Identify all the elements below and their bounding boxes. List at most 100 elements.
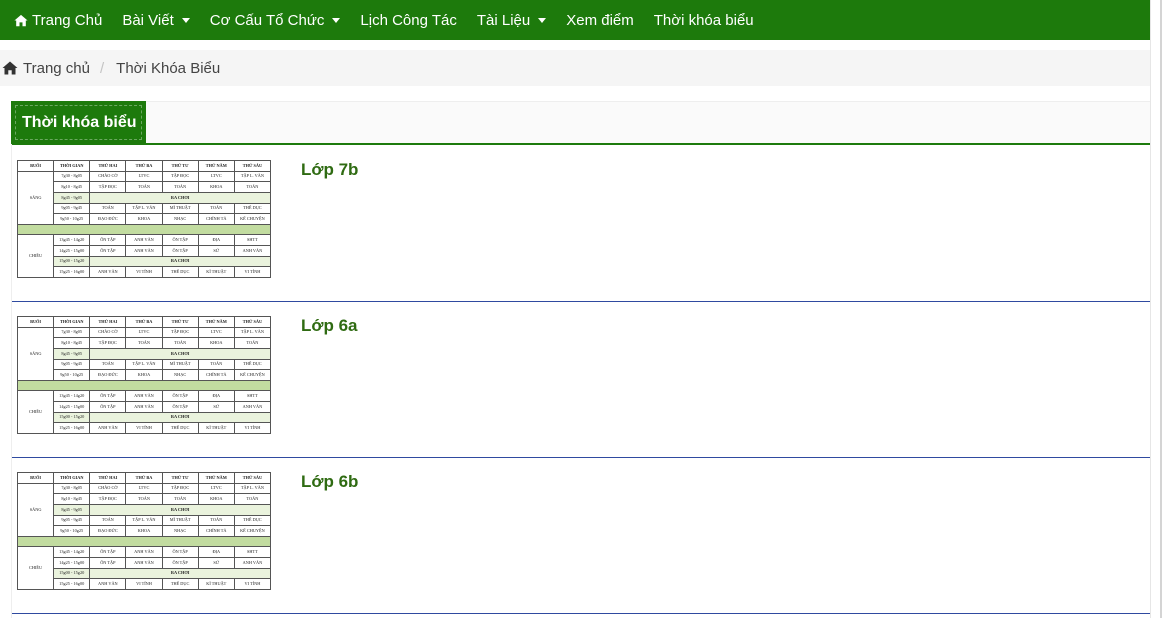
timetable-cell: TẬP ĐỌC: [89, 337, 127, 350]
timetable-cell: CHÀO CỜ: [89, 326, 127, 339]
timetable-cell: VI TÍNH: [125, 266, 163, 278]
class-thumbnail-link[interactable]: BUỔI THỜI GIAN THỨ HAI THỨ BA THỨ TƯ THỨ NĂM T…: [16, 160, 272, 278]
timetable-cell: THỨ SÁU: [233, 316, 272, 328]
breadcrumb-current: Thời Khóa Biểu: [116, 59, 221, 77]
nav-item-3[interactable]: Lịch Công Tác: [350, 0, 466, 40]
timetable-cell: ÔN TẬP: [89, 234, 127, 246]
timetable-cell: TẬP L. VĂN: [233, 170, 272, 183]
timetable-cell: 9g50 - 10g25: [53, 525, 91, 538]
timetable-cell: THỂ DỤC: [233, 514, 272, 527]
timetable-cell: MĨ THUẬT: [161, 514, 199, 527]
timetable-cell: ÔN TẬP: [161, 400, 199, 413]
timetable-cell: THỨ HAI: [89, 160, 127, 172]
timetable-cell: TOÁN: [125, 493, 163, 506]
timetable-cell: ANH VĂN: [233, 244, 272, 257]
timetable-cell: TẬP L. VĂN: [125, 514, 163, 527]
nav-item-4[interactable]: Tài Liệu: [467, 0, 556, 40]
timetable-cell: THỂ DỤC: [161, 266, 199, 278]
timetable-cell: CHIỀU: [16, 390, 55, 434]
timetable-cell: TOÁN: [233, 181, 272, 194]
timetable-cell: TOÁN: [125, 337, 163, 350]
timetable-cell: SHTT: [233, 546, 272, 558]
nav-item-5[interactable]: Xem điểm: [556, 0, 644, 40]
timetable-cell: NHẠC: [161, 369, 199, 382]
caret-down-icon: [181, 17, 190, 23]
timetable-cell: THỨ BA: [125, 160, 163, 172]
timetable-cell: 9g05 - 9g45: [53, 358, 91, 371]
timetable-cell: VI TÍNH: [233, 578, 272, 590]
timetable-cell: KỂ CHUYỆN: [233, 525, 272, 538]
class-thumbnail-link[interactable]: BUỔI THỜI GIAN THỨ HAI THỨ BA THỨ TƯ THỨ NĂM T…: [16, 472, 272, 590]
timetable-cell: THỜI GIAN: [53, 316, 91, 328]
timetable-thumbnail: BUỔI THỜI GIAN THỨ HAI THỨ BA THỨ TƯ THỨ NĂM T…: [16, 472, 272, 590]
timetable-cell: THỨ BA: [125, 472, 163, 484]
timetable-cell: CHÍNH TẢ: [197, 213, 235, 226]
timetable-cell: [17, 536, 271, 548]
timetable-cell: LTVC: [197, 170, 235, 183]
class-title-link[interactable]: Lớp 7b: [301, 160, 358, 180]
timetable-cell: SHTT: [233, 390, 272, 402]
timetable-cell: RA CHƠI: [89, 411, 271, 424]
nav-item-label: Lịch Công Tác: [360, 11, 457, 29]
timetable-cell: 15g25 - 16g00: [53, 578, 91, 590]
class-title-link[interactable]: Lớp 6a: [301, 316, 358, 336]
timetable-cell: KHOA: [125, 369, 163, 382]
class-thumbnail-link[interactable]: BUỔI THỜI GIAN THỨ HAI THỨ BA THỨ TƯ THỨ NĂM T…: [16, 316, 272, 434]
timetable-cell: ANH VĂN: [125, 390, 163, 402]
timetable-cell: KĨ THUẬT: [197, 578, 235, 590]
scrollbar-thumb[interactable]: [1160, 0, 1162, 618]
timetable-cell: RA CHƠI: [89, 348, 271, 360]
class-entry: BUỔI THỜI GIAN THỨ HAI THỨ BA THỨ TƯ THỨ NĂM T…: [12, 302, 1151, 458]
nav-item-label: Cơ Cấu Tổ Chức: [209, 11, 325, 29]
timetable-panel: Thời khóa biểu BUỔI THỜI GIAN THỨ HAI THỨ B…: [11, 101, 1151, 618]
timetable-cell: TOÁN: [161, 181, 199, 194]
timetable-cell: THỂ DỤC: [161, 578, 199, 590]
timetable-cell: 15g25 - 16g00: [53, 266, 91, 278]
timetable-cell: LTVC: [197, 326, 235, 339]
timetable-cell: LTVC: [197, 482, 235, 495]
scrollbar[interactable]: [1150, 0, 1163, 618]
nav-item-0[interactable]: Trang Chủ: [4, 0, 112, 40]
nav-item-2[interactable]: Cơ Cấu Tổ Chức: [200, 0, 351, 40]
timetable-cell: ÔN TẬP: [89, 400, 127, 413]
timetable-cell: SỬ: [197, 244, 235, 257]
class-title-link[interactable]: Lớp 6b: [301, 472, 358, 492]
timetable-cell: ÔN TẬP: [89, 546, 127, 558]
nav-item-1[interactable]: Bài Viết: [112, 0, 199, 40]
timetable-cell: CHÀO CỜ: [89, 482, 127, 495]
timetable-cell: ANH VĂN: [233, 556, 272, 569]
main-navbar: Trang Chủ Bài Viết Cơ Cấu Tổ Chức Lịch Công…: [0, 0, 1150, 40]
timetable-cell: KHOA: [125, 525, 163, 538]
timetable-cell: VI TÍNH: [125, 578, 163, 590]
timetable-cell: 9g50 - 10g25: [53, 213, 91, 226]
timetable-cell: SHTT: [233, 234, 272, 246]
timetable-cell: BUỔI: [16, 316, 55, 328]
timetable-cell: SÁNG: [16, 326, 55, 382]
timetable-cell: 14g25 - 15g00: [53, 556, 91, 569]
timetable-cell: 15g00 - 15g20: [53, 255, 91, 268]
timetable-cell: 8g45 - 9g05: [53, 348, 91, 360]
timetable-cell: TẬP L. VĂN: [233, 482, 272, 495]
timetable-cell: THỨ TƯ: [161, 160, 199, 172]
timetable-cell: 14g25 - 15g00: [53, 244, 91, 257]
nav-item-label: Tài Liệu: [476, 11, 531, 29]
timetable-cell: 8g10 - 8g45: [53, 181, 91, 194]
timetable-cell: THỨ SÁU: [233, 160, 272, 172]
timetable-cell: THỨ BA: [125, 316, 163, 328]
timetable-cell: KHOA: [197, 181, 235, 194]
timetable-cell: BUỔI: [16, 472, 55, 484]
timetable-cell: ANH VĂN: [125, 244, 163, 257]
timetable-cell: TOÁN: [89, 514, 127, 527]
timetable-cell: KHOA: [125, 213, 163, 226]
timetable-cell: ÔN TẬP: [161, 234, 199, 246]
timetable-cell: THỂ DỤC: [233, 358, 272, 371]
timetable-cell: TOÁN: [161, 337, 199, 350]
timetable-cell: KHOA: [197, 493, 235, 506]
timetable-cell: 13g45 - 14g20: [53, 234, 91, 246]
panel-title: Thời khóa biểu: [11, 101, 146, 144]
nav-item-6[interactable]: Thời khóa biểu: [644, 0, 764, 40]
breadcrumb-home-link[interactable]: Trang chủ: [2, 60, 90, 77]
home-icon: [2, 61, 18, 75]
timetable-cell: 15g00 - 15g20: [53, 567, 91, 580]
timetable-cell: SÁNG: [16, 482, 55, 538]
